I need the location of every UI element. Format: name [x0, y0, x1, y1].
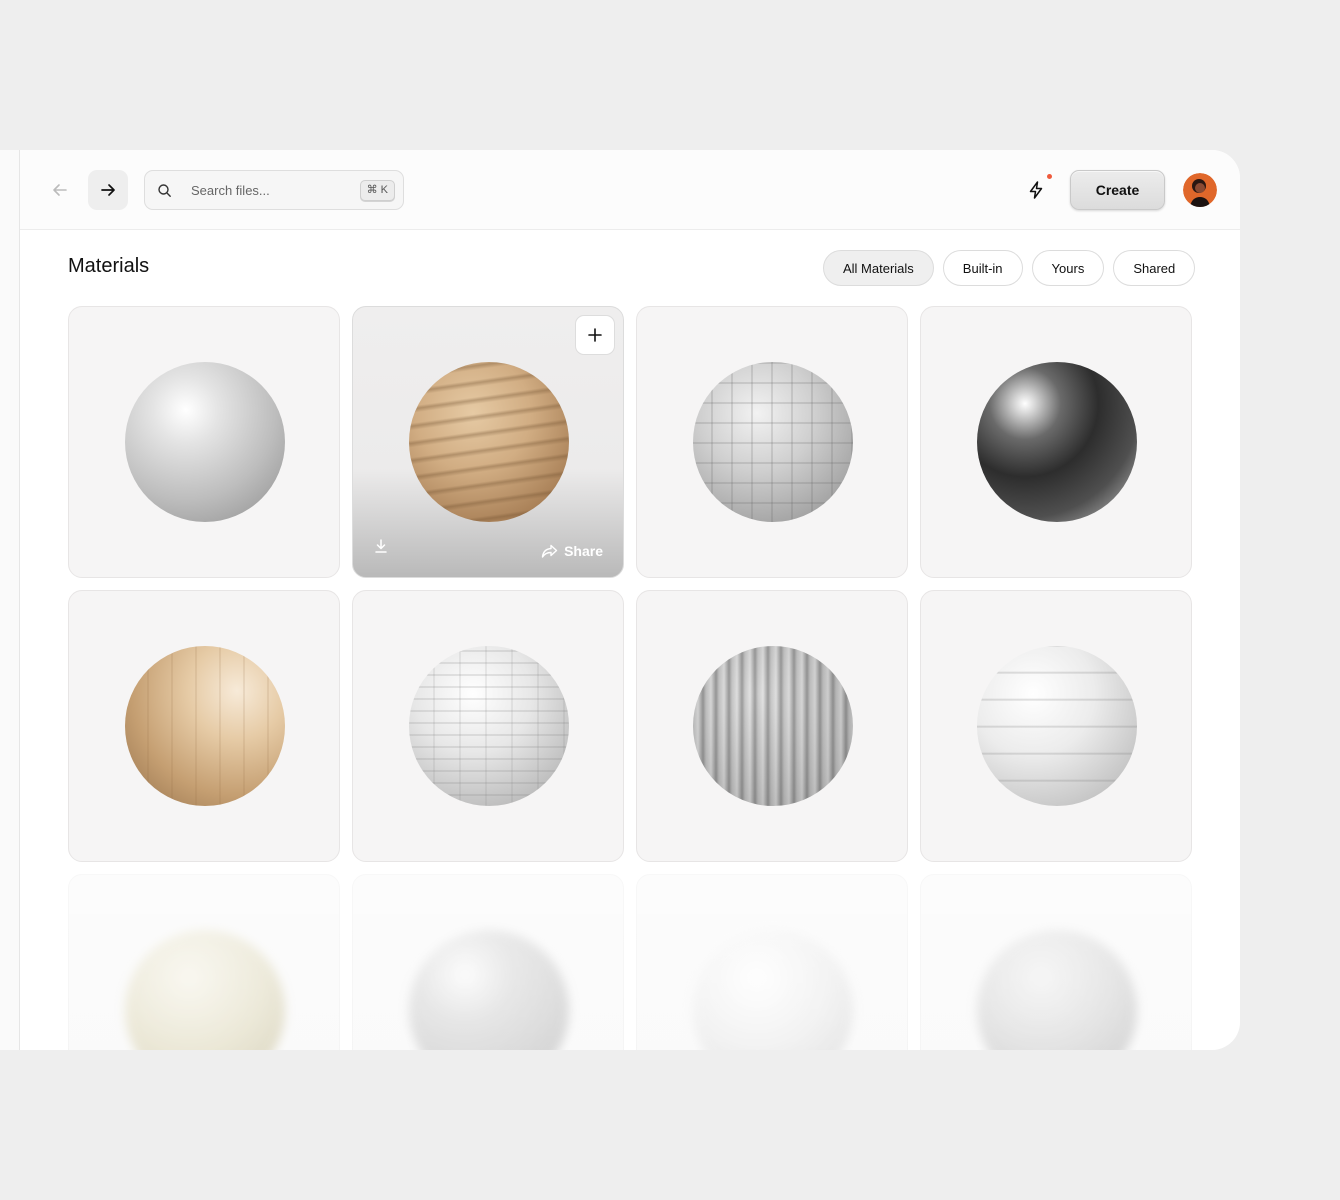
create-button[interactable]: Create	[1070, 170, 1165, 210]
material-preview-white-brick	[409, 646, 569, 806]
search-icon	[158, 184, 171, 197]
back-button[interactable]	[40, 170, 80, 210]
material-preview-white-matte	[693, 930, 853, 1050]
material-card[interactable]	[68, 590, 340, 862]
material-card[interactable]	[920, 590, 1192, 862]
filter-built-in[interactable]: Built-in	[942, 250, 1023, 286]
forward-button[interactable]	[88, 170, 128, 210]
material-card[interactable]	[68, 306, 340, 578]
material-preview-cream-stone	[125, 930, 285, 1050]
share-button[interactable]: Share	[541, 543, 603, 559]
shortcut-hint: ⌘ K	[359, 180, 395, 201]
material-preview-sand	[409, 362, 569, 522]
share-label: Share	[564, 543, 603, 559]
share-icon	[541, 544, 558, 558]
notification-dot	[1047, 174, 1052, 179]
material-preview-ribbed-concrete	[693, 646, 853, 806]
sidebar-edge	[0, 150, 20, 1050]
material-preview-tile	[693, 362, 853, 522]
material-card[interactable]	[352, 590, 624, 862]
filter-yours[interactable]: Yours	[1031, 250, 1105, 286]
filter-tabs: All Materials Built-in Yours Shared	[823, 250, 1196, 286]
app-window: ⌘ K Create Materials All Materials Built…	[0, 150, 1240, 1050]
material-preview-grey-stone	[977, 930, 1137, 1050]
material-card[interactable]	[636, 306, 908, 578]
material-preview-matte-white	[125, 362, 285, 522]
materials-grid: Share	[68, 306, 1192, 1050]
search-box: ⌘ K	[144, 170, 404, 210]
lightning-icon	[1029, 181, 1043, 199]
top-toolbar: ⌘ K Create	[20, 150, 1240, 230]
download-button[interactable]	[373, 538, 389, 559]
material-preview-wood	[125, 646, 285, 806]
download-icon	[375, 539, 387, 553]
material-card[interactable]	[636, 874, 908, 1050]
material-card[interactable]	[352, 874, 624, 1050]
material-preview-chrome	[977, 362, 1137, 522]
plus-icon	[588, 328, 602, 342]
filter-all-materials[interactable]: All Materials	[823, 250, 934, 286]
material-card[interactable]: Share	[352, 306, 624, 578]
material-preview-grey-gloss	[409, 930, 569, 1050]
arrow-left-icon	[53, 184, 67, 196]
add-material-button[interactable]	[575, 315, 615, 355]
material-card[interactable]	[920, 306, 1192, 578]
user-avatar-icon	[1183, 173, 1217, 207]
page-title: Materials	[68, 255, 150, 277]
search-input[interactable]	[191, 179, 351, 201]
filter-shared[interactable]: Shared	[1113, 250, 1196, 286]
arrow-right-icon	[101, 184, 115, 196]
material-preview-plaster-layers	[977, 646, 1137, 806]
material-card[interactable]	[68, 874, 340, 1050]
material-card[interactable]	[636, 590, 908, 862]
material-card[interactable]	[920, 874, 1192, 1050]
avatar[interactable]	[1183, 173, 1217, 207]
